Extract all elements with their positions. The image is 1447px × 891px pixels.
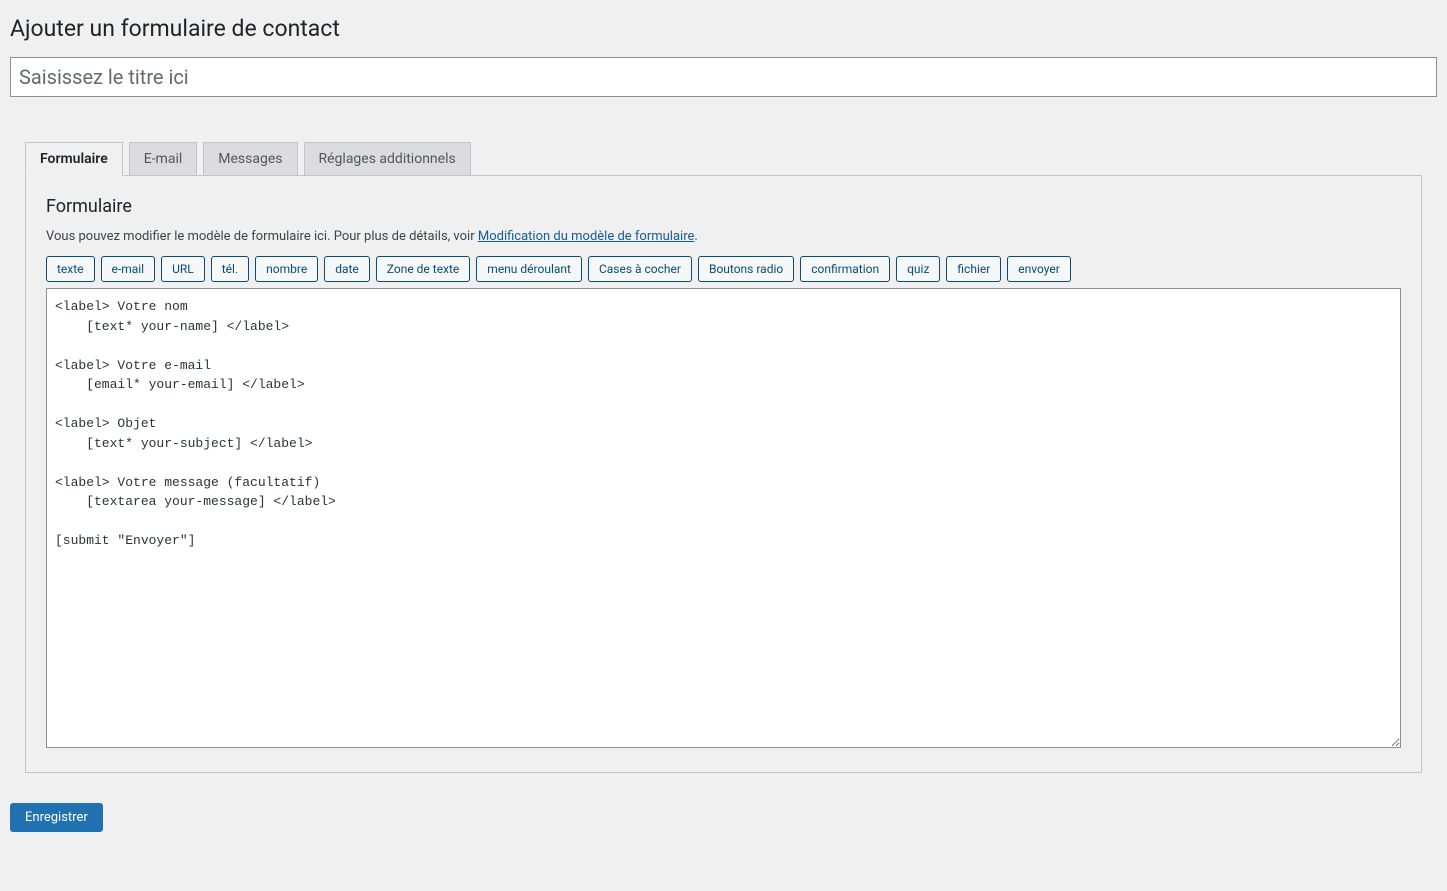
help-prefix: Vous pouvez modifier le modèle de formul…	[46, 229, 478, 244]
tag-button-dropdown[interactable]: menu déroulant	[476, 256, 582, 282]
help-suffix: .	[694, 229, 697, 244]
tab-additional-settings[interactable]: Réglages additionnels	[304, 142, 471, 176]
tag-button-url[interactable]: URL	[161, 256, 205, 282]
tab-formulaire[interactable]: Formulaire	[25, 142, 123, 176]
tab-email[interactable]: E-mail	[129, 142, 198, 176]
tag-button-checkbox[interactable]: Cases à cocher	[588, 256, 692, 282]
tag-button-confirmation[interactable]: confirmation	[800, 256, 890, 282]
form-template-textarea[interactable]	[46, 288, 1401, 748]
tag-button-radio[interactable]: Boutons radio	[698, 256, 794, 282]
form-panel: Formulaire Vous pouvez modifier le modèl…	[25, 175, 1422, 773]
save-button[interactable]: Enregistrer	[10, 803, 103, 832]
form-title-input[interactable]	[10, 57, 1437, 97]
tag-button-file[interactable]: fichier	[946, 256, 1001, 282]
tabs-nav: Formulaire E-mail Messages Réglages addi…	[25, 142, 1422, 175]
tag-button-quiz[interactable]: quiz	[896, 256, 940, 282]
section-heading: Formulaire	[46, 196, 1401, 217]
tag-button-nombre[interactable]: nombre	[255, 256, 318, 282]
help-link[interactable]: Modification du modèle de formulaire	[478, 229, 695, 244]
tag-button-texte[interactable]: texte	[46, 256, 95, 282]
tab-messages[interactable]: Messages	[203, 142, 297, 176]
page-title: Ajouter un formulaire de contact	[10, 10, 1437, 57]
tag-button-email[interactable]: e-mail	[101, 256, 156, 282]
tag-buttons-row: texte e-mail URL tél. nombre date Zone d…	[46, 256, 1401, 282]
tag-button-date[interactable]: date	[324, 256, 370, 282]
tag-button-submit[interactable]: envoyer	[1007, 256, 1071, 282]
tag-button-tel[interactable]: tél.	[211, 256, 249, 282]
help-text: Vous pouvez modifier le modèle de formul…	[46, 229, 1401, 244]
tag-button-textarea[interactable]: Zone de texte	[376, 256, 471, 282]
